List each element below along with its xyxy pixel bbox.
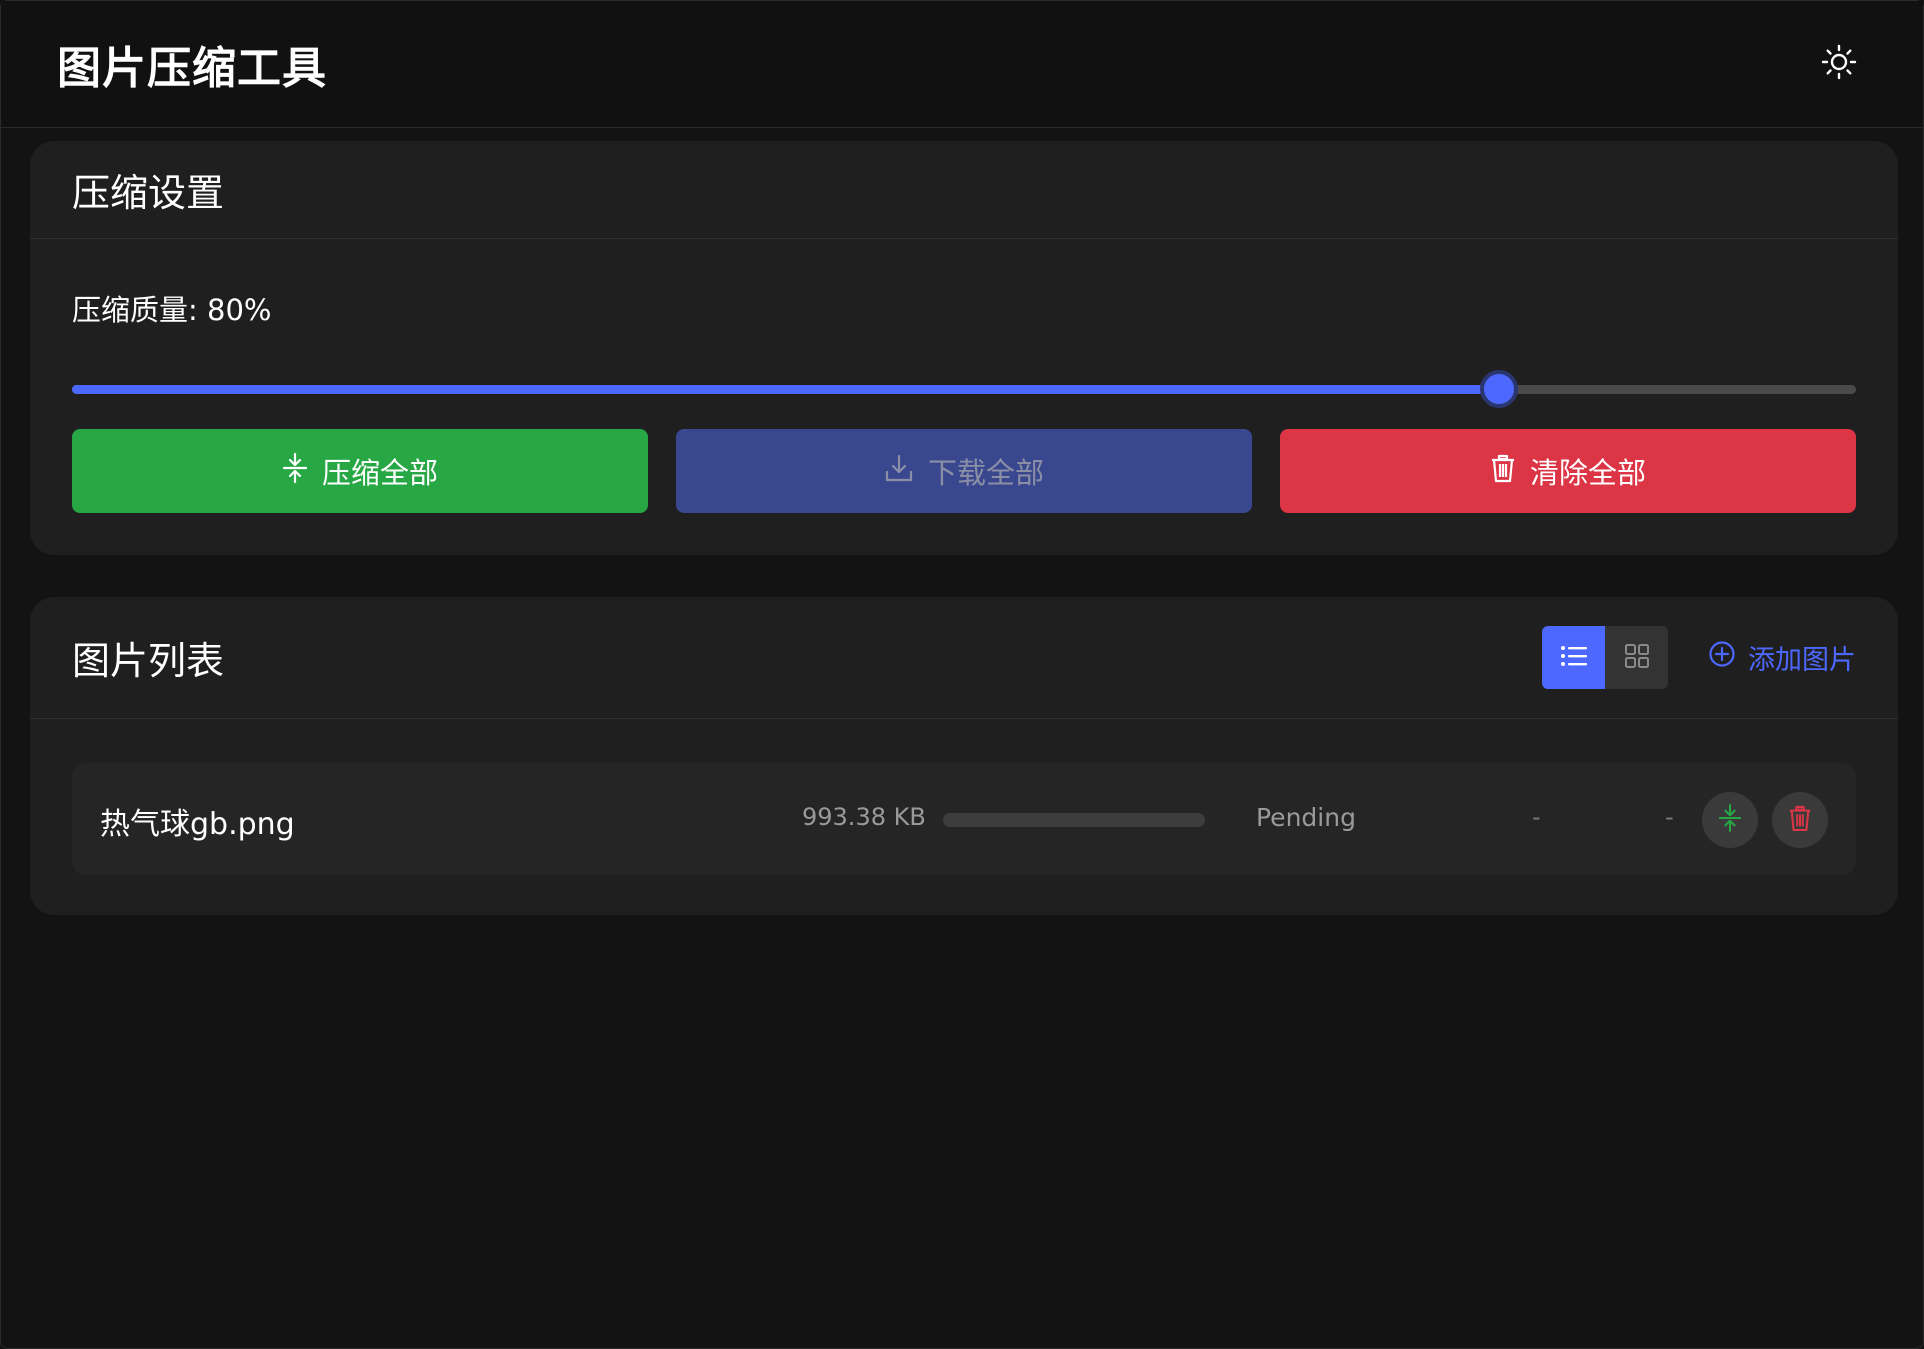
theme-toggle-button[interactable] xyxy=(1811,36,1867,92)
view-toggle xyxy=(1542,626,1668,689)
settings-card-header: 压缩设置 xyxy=(30,141,1898,239)
download-all-label: 下载全部 xyxy=(927,456,1044,490)
slider-fill xyxy=(72,385,1500,394)
file-size: 993.38 KB xyxy=(802,803,926,831)
compress-icon xyxy=(282,452,308,490)
list-item: 热气球gb.png 993.38 KB Pending - - xyxy=(72,763,1856,875)
list-header-controls: 添加图片 xyxy=(1542,626,1856,689)
delete-file-button[interactable] xyxy=(1772,792,1828,848)
clear-all-button[interactable]: 清除全部 xyxy=(1280,429,1856,513)
image-list-title: 图片列表 xyxy=(72,639,225,683)
image-list-header: 图片列表 添加图片 xyxy=(30,597,1898,719)
compress-all-label: 压缩全部 xyxy=(321,456,438,490)
list-view-icon xyxy=(1560,644,1588,672)
quality-label: 压缩质量: 80% xyxy=(72,293,272,327)
quality-slider[interactable] xyxy=(72,367,1856,411)
plus-circle-icon xyxy=(1708,640,1736,675)
download-all-button[interactable]: 下载全部 xyxy=(676,429,1252,513)
settings-title: 压缩设置 xyxy=(72,171,225,215)
compress-all-button[interactable]: 压缩全部 xyxy=(72,429,648,513)
action-buttons: 压缩全部 下载全部 清除全部 xyxy=(72,429,1856,513)
slider-thumb[interactable] xyxy=(1480,370,1519,408)
compress-icon xyxy=(1718,804,1742,836)
settings-card: 压缩设置 压缩质量: 80% 压缩全部 下载全部 清除全部 xyxy=(30,141,1898,555)
image-list-card: 图片列表 添加图片 热气球gb.png 993.38 KB Pending - … xyxy=(30,597,1898,915)
download-icon xyxy=(884,453,914,490)
file-progress-bar xyxy=(943,813,1205,827)
add-image-button[interactable]: 添加图片 xyxy=(1708,638,1856,677)
app-title: 图片压缩工具 xyxy=(57,43,327,94)
sun-icon xyxy=(1821,44,1857,84)
file-name: 热气球gb.png xyxy=(100,807,295,842)
trash-icon xyxy=(1490,453,1516,490)
app-window: 图片压缩工具 压缩设置 压缩质量: 80% 压缩全部 下载全部 清除全部 图片列… xyxy=(0,0,1924,1349)
add-image-label: 添加图片 xyxy=(1748,645,1856,676)
compression-ratio: - xyxy=(1665,803,1674,831)
compress-file-button[interactable] xyxy=(1702,792,1758,848)
file-status: Pending xyxy=(1256,803,1356,832)
trash-icon xyxy=(1788,804,1812,836)
compressed-size: - xyxy=(1532,803,1541,831)
grid-view-button[interactable] xyxy=(1605,626,1668,689)
grid-view-icon xyxy=(1624,643,1650,673)
top-bar: 图片压缩工具 xyxy=(1,1,1923,128)
clear-all-label: 清除全部 xyxy=(1529,456,1646,490)
list-view-button[interactable] xyxy=(1542,626,1605,689)
